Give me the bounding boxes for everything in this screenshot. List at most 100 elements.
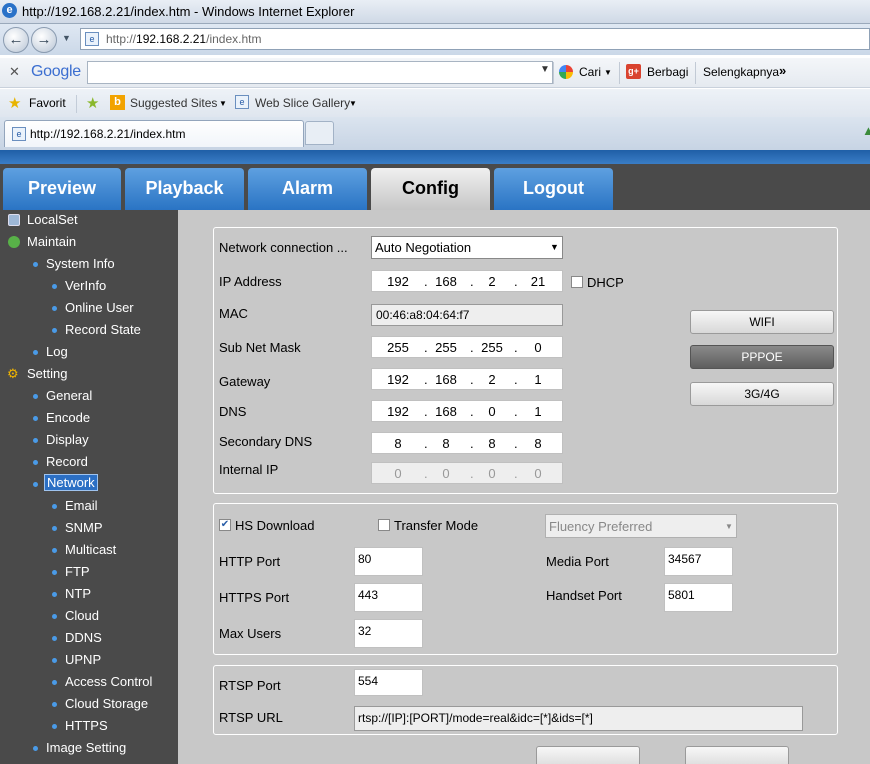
search-button[interactable]: Cari xyxy=(579,65,601,79)
sidebar-item-access-control[interactable]: Access Control xyxy=(65,674,152,689)
bing-icon: b xyxy=(110,95,125,110)
sidebar-item-verinfo[interactable]: VerInfo xyxy=(65,278,106,293)
history-dropdown-icon[interactable]: ▼ xyxy=(62,33,71,43)
more-button[interactable]: Selengkapnya xyxy=(703,65,779,79)
browser-tab[interactable]: e http://192.168.2.21/index.htm xyxy=(4,120,304,147)
sidebar-item-ddns[interactable]: DDNS xyxy=(65,630,102,645)
pppoe-button[interactable]: PPPOE xyxy=(690,345,834,369)
tab-title: http://192.168.2.21/index.htm xyxy=(30,127,186,141)
ip-octet: 1 xyxy=(534,404,542,419)
ip-octet: 0 xyxy=(534,466,542,481)
sidebar-item-upnp[interactable]: UPNP xyxy=(65,652,101,667)
hs-download-checkbox[interactable]: ✔ xyxy=(219,519,231,531)
ie-logo-icon: e xyxy=(2,3,17,18)
transfer-mode-value: Fluency Preferred xyxy=(549,519,653,534)
ip-octet: 21 xyxy=(530,274,546,289)
suggested-sites-link[interactable]: Suggested Sites xyxy=(130,96,217,110)
tab-logout[interactable]: Logout xyxy=(494,168,613,210)
favorites-button[interactable]: Favorit xyxy=(29,96,66,110)
sidebar-item-setting[interactable]: Setting xyxy=(27,366,67,381)
https-port-input[interactable]: 443 xyxy=(354,583,423,612)
sidebar-item-display[interactable]: Display xyxy=(46,432,89,447)
http-port-input[interactable]: 80 xyxy=(354,547,423,576)
ip-octet: 0 xyxy=(488,404,496,419)
ip-octet: 0 xyxy=(534,340,542,355)
secondary-dns-input[interactable]: 8. 8. 8. 8 xyxy=(371,432,563,454)
search-dropdown-icon[interactable]: ▼ xyxy=(540,64,550,75)
sidebar-item-email[interactable]: Email xyxy=(65,498,98,513)
google-toolbar: ✕ Google ▼ Cari ▼ g+ Berbagi Selengkapny… xyxy=(0,58,870,88)
webslice-gallery-link[interactable]: Web Slice Gallery xyxy=(255,96,350,110)
bullet-icon xyxy=(52,658,57,663)
setting-gear-icon: ⚙ xyxy=(7,366,19,381)
tab-config[interactable]: Config xyxy=(371,168,490,210)
bullet-icon xyxy=(52,614,57,619)
network-connection-select[interactable]: Auto Negotiation ▼ xyxy=(371,236,563,259)
sidebar-item-ftp[interactable]: FTP xyxy=(65,564,90,579)
sidebar-item-record-state[interactable]: Record State xyxy=(65,322,141,337)
page-icon: e xyxy=(85,32,99,46)
suggested-dropdown-icon[interactable]: ▼ xyxy=(219,99,227,108)
bullet-icon xyxy=(52,284,57,289)
ip-octet: 255 xyxy=(435,340,457,355)
max-users-input[interactable]: 32 xyxy=(354,619,423,648)
close-toolbar-icon[interactable]: ✕ xyxy=(9,64,20,80)
rtsp-url-label: RTSP URL xyxy=(219,710,283,725)
address-row: ← → ▼ e http://192.168.2.21/index.htm xyxy=(0,24,870,55)
forward-arrow-icon[interactable]: → xyxy=(31,27,57,53)
sidebar-item-general[interactable]: General xyxy=(46,388,92,403)
new-tab-button[interactable] xyxy=(305,121,334,145)
sidebar-item-encode[interactable]: Encode xyxy=(46,410,90,425)
sidebar-item-localset[interactable]: LocalSet xyxy=(27,212,78,227)
ip-octet: 0 xyxy=(442,466,450,481)
sidebar-item-log[interactable]: Log xyxy=(46,344,68,359)
more-chevron-icon[interactable]: » xyxy=(779,63,786,78)
sidebar-item-network[interactable]: Network xyxy=(44,474,98,491)
ip-octet: 8 xyxy=(534,436,542,451)
favorites-star-icon: ★ xyxy=(8,95,22,112)
sidebar-item-ntp[interactable]: NTP xyxy=(65,586,91,601)
bullet-icon xyxy=(52,328,57,333)
ip-octet: 8 xyxy=(488,436,496,451)
sidebar-item-snmp[interactable]: SNMP xyxy=(65,520,103,535)
webslice-dropdown-icon[interactable]: ▼ xyxy=(349,99,357,108)
page-tool-icon[interactable]: ▲ xyxy=(862,123,870,138)
rtsp-port-label: RTSP Port xyxy=(219,678,281,693)
tab-preview[interactable]: Preview xyxy=(3,168,121,210)
3g4g-button[interactable]: 3G/4G xyxy=(690,382,834,406)
ip-address-input[interactable]: 192. 168. 2. 21 xyxy=(371,270,563,292)
tab-playback[interactable]: Playback xyxy=(125,168,244,210)
subnet-mask-input[interactable]: 255. 255. 255. 0 xyxy=(371,336,563,358)
media-port-input[interactable]: 34567 xyxy=(664,547,733,576)
sidebar-item-https[interactable]: HTTPS xyxy=(65,718,108,733)
sidebar-item-image-setting[interactable]: Image Setting xyxy=(46,740,126,755)
bullet-icon xyxy=(33,460,38,465)
rtsp-port-input[interactable]: 554 xyxy=(354,669,423,696)
sidebar-item-online-user[interactable]: Online User xyxy=(65,300,134,315)
transfer-mode-select: Fluency Preferred ▼ xyxy=(545,514,737,538)
back-arrow-icon[interactable]: ← xyxy=(3,27,29,53)
address-field[interactable]: e http://192.168.2.21/index.htm xyxy=(80,28,870,50)
ip-octet: 168 xyxy=(435,372,457,387)
google-search-input[interactable] xyxy=(87,61,553,84)
handset-port-input[interactable]: 5801 xyxy=(664,583,733,612)
sidebar-item-record[interactable]: Record xyxy=(46,454,88,469)
rtsp-url-field: rtsp://[IP]:[PORT]/mode=real&idc=[*]&ids… xyxy=(354,706,803,731)
add-favorite-icon[interactable]: ★ xyxy=(86,94,99,112)
dns-input[interactable]: 192. 168. 0. 1 xyxy=(371,400,563,422)
transfer-mode-checkbox[interactable] xyxy=(378,519,390,531)
sidebar-item-maintain[interactable]: Maintain xyxy=(27,234,76,249)
wifi-button[interactable]: WIFI xyxy=(690,310,834,334)
search-menu-icon[interactable]: ▼ xyxy=(604,68,612,77)
sidebar-item-cloud[interactable]: Cloud xyxy=(65,608,99,623)
tab-alarm[interactable]: Alarm xyxy=(248,168,367,210)
sidebar-item-system-info[interactable]: System Info xyxy=(46,256,115,271)
sidebar-item-cloud-storage[interactable]: Cloud Storage xyxy=(65,696,148,711)
cancel-button[interactable] xyxy=(685,746,789,764)
ip-octet: 168 xyxy=(435,404,457,419)
dhcp-checkbox[interactable] xyxy=(571,276,583,288)
gateway-input[interactable]: 192. 168. 2. 1 xyxy=(371,368,563,390)
sidebar-item-multicast[interactable]: Multicast xyxy=(65,542,116,557)
ok-button[interactable] xyxy=(536,746,640,764)
share-button[interactable]: Berbagi xyxy=(647,65,688,79)
